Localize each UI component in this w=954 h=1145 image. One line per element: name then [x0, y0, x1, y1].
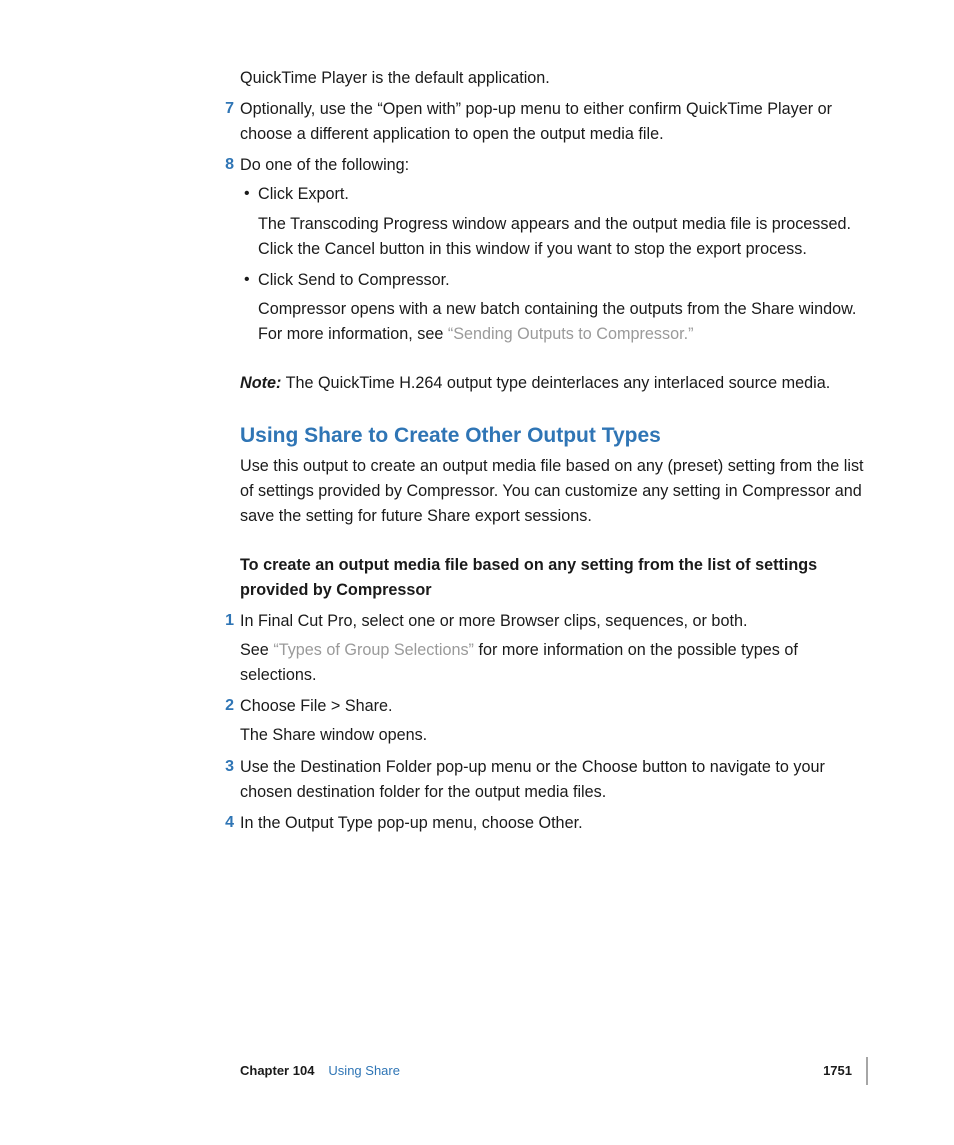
bullet-send-to-compressor: • Click Send to Compressor. Compressor o…	[258, 268, 868, 347]
footer-chapter-title: Using Share	[328, 1061, 400, 1081]
task-step-4: 4 In the Output Type pop-up menu, choose…	[240, 811, 868, 836]
page-footer: Chapter 104 Using Share 1751	[240, 1057, 868, 1085]
note: Note: The QuickTime H.264 output type de…	[240, 371, 868, 396]
step-7: 7 Optionally, use the “Open with” pop-up…	[240, 97, 868, 147]
after-prefix: See	[240, 641, 273, 659]
step-number: 8	[218, 153, 234, 178]
note-label: Note:	[240, 374, 281, 392]
bullet-dot-icon: •	[244, 182, 250, 207]
page: QuickTime Player is the default applicat…	[0, 0, 954, 1145]
link-sending-outputs[interactable]: “Sending Outputs to Compressor.”	[448, 325, 694, 343]
task-step-1: 1 In Final Cut Pro, select one or more B…	[240, 609, 868, 688]
step-8: 8 Do one of the following: • Click Expor…	[240, 153, 868, 347]
bullet-lead: Click Send to Compressor.	[258, 271, 450, 289]
bullet-export: • Click Export. The Transcoding Progress…	[258, 182, 868, 261]
step-number: 2	[218, 694, 234, 719]
step-after: The Share window opens.	[240, 723, 868, 748]
step-number: 7	[218, 97, 234, 122]
task-steps: 1 In Final Cut Pro, select one or more B…	[240, 609, 868, 836]
bullet-follow: The Transcoding Progress window appears …	[258, 212, 868, 262]
step-after: See “Types of Group Selections” for more…	[240, 638, 868, 688]
step-8-bullets: • Click Export. The Transcoding Progress…	[240, 182, 868, 347]
section-intro: Use this output to create an output medi…	[240, 454, 868, 529]
step-number: 3	[218, 755, 234, 780]
step-text: In Final Cut Pro, select one or more Bro…	[240, 612, 747, 630]
step-number: 1	[218, 609, 234, 634]
bullet-follow: Compressor opens with a new batch contai…	[258, 297, 868, 347]
footer-page-number: 1751	[823, 1061, 852, 1081]
step-text: Do one of the following:	[240, 156, 409, 174]
footer-chapter-label: Chapter 104	[240, 1061, 314, 1081]
step-text: Choose File > Share.	[240, 697, 393, 715]
bullet-dot-icon: •	[244, 268, 250, 293]
note-text: The QuickTime H.264 output type deinterl…	[281, 374, 830, 392]
step-text: Use the Destination Folder pop-up menu o…	[240, 758, 825, 801]
section-heading: Using Share to Create Other Output Types	[240, 422, 868, 449]
bullet-lead: Click Export.	[258, 185, 349, 203]
task-heading: To create an output media file based on …	[240, 553, 868, 603]
task-step-2: 2 Choose File > Share. The Share window …	[240, 694, 868, 748]
numbered-steps-continued: 7 Optionally, use the “Open with” pop-up…	[240, 97, 868, 347]
link-types-of-group-selections[interactable]: “Types of Group Selections”	[273, 641, 474, 659]
intro-line: QuickTime Player is the default applicat…	[240, 66, 868, 91]
step-number: 4	[218, 811, 234, 836]
step-text: Optionally, use the “Open with” pop-up m…	[240, 100, 832, 143]
step-text: In the Output Type pop-up menu, choose O…	[240, 814, 583, 832]
task-step-3: 3 Use the Destination Folder pop-up menu…	[240, 755, 868, 805]
